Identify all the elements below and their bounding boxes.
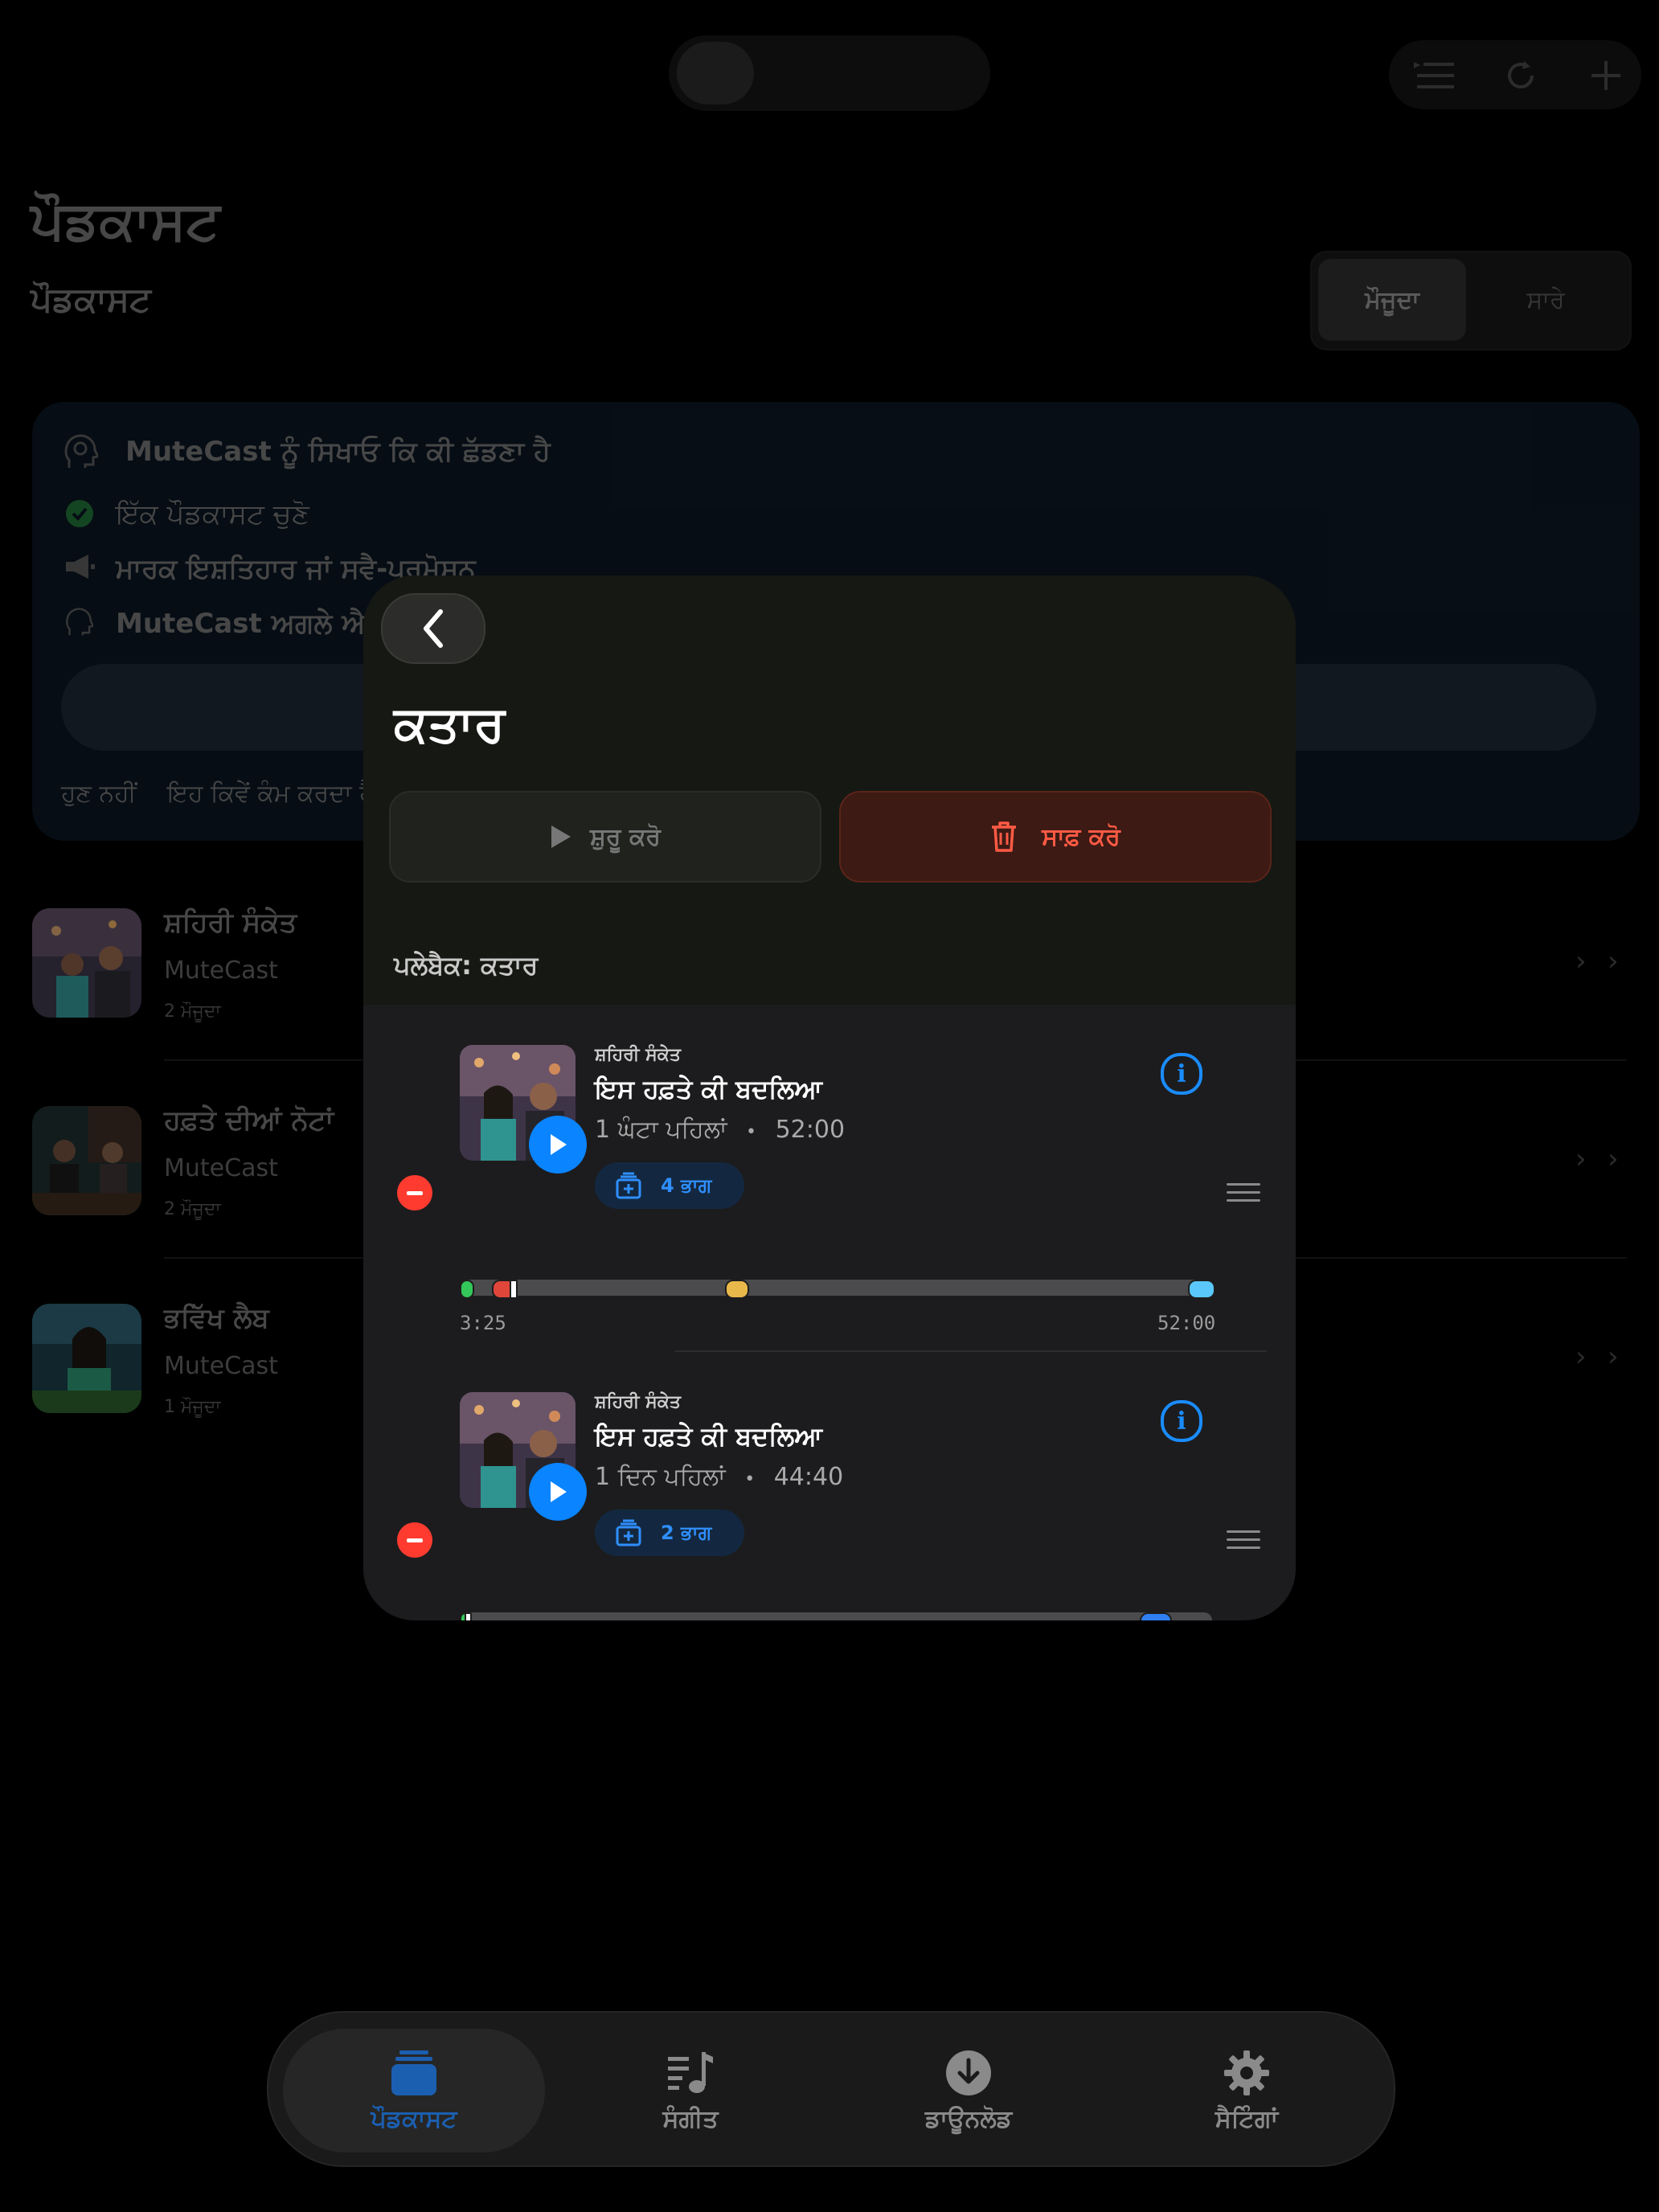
episode-age: 1 ਘੰਟਾ ਪਹਿਲਾਂ <box>595 1116 727 1144</box>
start-label: ਸ਼ੁਰੂ ਕਰੋ <box>589 822 662 851</box>
timeline-start-marker <box>460 1280 474 1299</box>
remove-episode-button[interactable] <box>397 1522 432 1558</box>
tab-settings[interactable]: ਸੈਟਿੰਗਾਂ <box>1116 2029 1378 2153</box>
trash-icon <box>992 821 1017 852</box>
tab-label: ਸੈਟਿੰਗਾਂ <box>1215 2104 1279 2133</box>
play-icon <box>551 825 571 848</box>
tab-label: ਸੰਗੀਤ <box>662 2104 719 2133</box>
tab-music[interactable]: ਸੰਗੀਤ <box>559 2029 821 2153</box>
back-button[interactable] <box>381 593 485 664</box>
playback-mode-label: ਪਲੇਬੈਕ: ਕਤਾਰ <box>394 950 539 981</box>
timeline-end-time: 52:00 <box>1157 1312 1216 1334</box>
meta-dot: • <box>746 1122 757 1142</box>
play-icon <box>551 1481 567 1502</box>
episode-parts-chip[interactable]: 4 ਭਾਗ <box>595 1162 744 1209</box>
gear-icon <box>1224 2050 1269 2095</box>
episode-meta: 1 ਦਿਨ ਪਹਿਲਾਂ • 44:40 <box>595 1463 843 1491</box>
queue-header <box>363 576 1296 1005</box>
stack-plus-icon <box>616 1172 641 1199</box>
tab-podcasts[interactable]: ਪੌਡਕਾਸਟ <box>283 2029 545 2153</box>
timeline-marker <box>725 1280 749 1299</box>
timeline-current-time: 3:25 <box>460 1312 506 1334</box>
tab-downloads[interactable]: ਡਾਊਨਲੋਡ <box>838 2029 1100 2153</box>
episode-parts-chip[interactable]: 2 ਭਾਗ <box>595 1509 744 1556</box>
tab-label: ਪੌਡਕਾਸਟ <box>371 2104 457 2133</box>
tab-label: ਡਾਊਨਲੋਡ <box>924 2104 1013 2133</box>
play-episode-button[interactable] <box>529 1463 587 1521</box>
queue-sheet: ਕਤਾਰ ਸ਼ੁਰੂ ਕਰੋ ਸਾਫ਼ ਕਰੋ ਪਲੇਬੈਕ: ਕਤਾਰ ਸ਼ਹ… <box>363 576 1296 1620</box>
episode-parts-label: 2 ਭਾਗ <box>661 1522 712 1544</box>
clear-queue-button[interactable]: ਸਾਫ਼ ਕਰੋ <box>839 791 1272 883</box>
episode-age: 1 ਦਿਨ ਪਹਿਲਾਂ <box>595 1463 726 1491</box>
drag-handle-icon[interactable] <box>1227 1530 1260 1555</box>
play-icon <box>551 1134 567 1155</box>
play-episode-button[interactable] <box>529 1116 587 1174</box>
drag-handle-icon[interactable] <box>1227 1183 1260 1207</box>
timeline-marker <box>1140 1612 1172 1620</box>
music-list-icon <box>668 2051 713 2093</box>
episode-skip-timeline[interactable] <box>460 1280 1215 1299</box>
episode-duration: 44:40 <box>773 1463 844 1491</box>
timeline-playhead[interactable] <box>465 1612 472 1620</box>
queue-episode-row[interactable]: ਸ਼ਹਿਰੀ ਸੰਕੇਤ ਇਸ ਹਫ਼ਤੇ ਕੀ ਬਦਲਿਆ 1 ਘੰਟਾ ਪਹ… <box>363 1005 1296 1352</box>
info-icon[interactable]: i <box>1161 1400 1202 1442</box>
episode-skip-timeline[interactable] <box>460 1612 1212 1620</box>
stack-plus-icon <box>616 1519 641 1546</box>
queue-episode-row[interactable]: ਸ਼ਹਿਰੀ ਸੰਕੇਤ ਇਸ ਹਫ਼ਤੇ ਕੀ ਬਦਲਿਆ 1 ਦਿਨ ਪਹਿ… <box>363 1352 1296 1620</box>
info-icon[interactable]: i <box>1161 1053 1202 1095</box>
episode-parts-label: 4 ਭਾਗ <box>661 1174 712 1197</box>
chevron-left-icon <box>424 609 443 648</box>
episode-podcast-name: ਸ਼ਹਿਰੀ ਸੰਕੇਤ <box>595 1392 681 1412</box>
episode-title: ਇਸ ਹਫ਼ਤੇ ਕੀ ਬਦਲਿਆ <box>595 1074 823 1104</box>
tab-bar: ਪੌਡਕਾਸਟ ਸੰਗੀਤ ਡਾਊਨਲੋਡ ਸੈਟਿੰਗਾਂ <box>267 2011 1395 2167</box>
clear-label: ਸਾਫ਼ ਕਰੋ <box>1042 822 1120 851</box>
start-queue-button[interactable]: ਸ਼ੁਰੂ ਕਰੋ <box>389 791 821 883</box>
timeline-playhead[interactable] <box>510 1280 518 1299</box>
queue-title: ਕਤਾਰ <box>394 694 506 753</box>
timeline-end-marker <box>1188 1280 1215 1299</box>
episode-title: ਇਸ ਹਫ਼ਤੇ ਕੀ ਬਦਲਿਆ <box>595 1421 823 1452</box>
podcasts-stack-icon <box>391 2050 436 2095</box>
remove-episode-button[interactable] <box>397 1175 432 1210</box>
episode-meta: 1 ਘੰਟਾ ਪਹਿਲਾਂ • 52:00 <box>595 1116 845 1144</box>
download-circle-icon <box>946 2050 991 2095</box>
episode-podcast-name: ਸ਼ਹਿਰੀ ਸੰਕੇਤ <box>595 1045 681 1065</box>
meta-dot: • <box>744 1469 756 1489</box>
episode-duration: 52:00 <box>775 1116 846 1144</box>
